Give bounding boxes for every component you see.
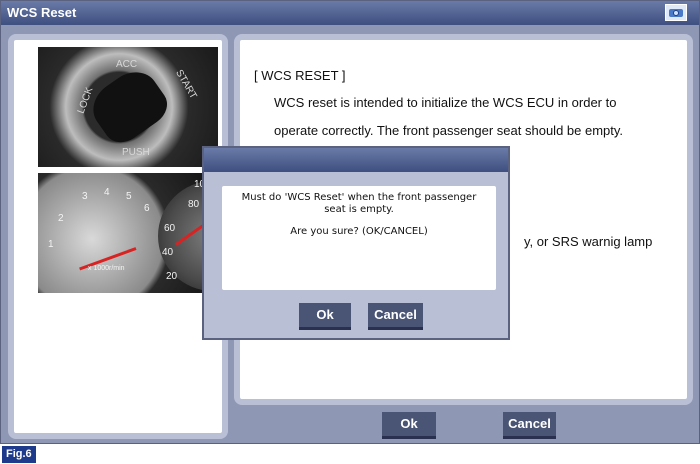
gauge-number: 40 — [162, 247, 174, 258]
confirm-dialog: Must do 'WCS Reset' when the front passe… — [202, 146, 510, 340]
gauge-unit: x 1000r/min — [88, 265, 125, 272]
gauge-number: 60 — [164, 223, 176, 234]
image-panel: LOCK ACC START PUSH 3 4 5 6 2 1 80 60 40… — [8, 34, 268, 439]
dialog-question: Are you sure? (OK/CANCEL) — [290, 226, 428, 237]
gauge-number: 20 — [166, 271, 178, 282]
ignition-label-acc: ACC — [116, 59, 138, 70]
gauge-number: 1 — [48, 239, 54, 250]
description-line: WCS reset is intended to initialize the … — [274, 95, 617, 110]
ignition-label-push: PUSH — [122, 147, 150, 158]
ignition-label-start: START — [173, 67, 199, 102]
cancel-button[interactable]: Cancel — [503, 412, 556, 439]
ok-button[interactable]: Ok — [382, 412, 436, 439]
gauge-number: 4 — [104, 187, 110, 198]
instrument-cluster-photo: 3 4 5 6 2 1 80 60 40 20 100 x 1000r/min — [38, 173, 268, 293]
camera-icon[interactable] — [665, 4, 687, 21]
gauge-number: 80 — [188, 199, 200, 210]
wcs-reset-window: WCS Reset LOCK ACC START PUSH 3 4 5 6 2 … — [0, 0, 700, 444]
title-bar: WCS Reset — [1, 1, 699, 25]
description-line-partial: y, or SRS warnig lamp — [524, 234, 653, 249]
dialog-message-line: seat is empty. — [324, 204, 394, 215]
dialog-message-box: Must do 'WCS Reset' when the front passe… — [218, 182, 500, 294]
figure-label: Fig.6 — [2, 446, 36, 463]
camera-lens — [673, 10, 679, 16]
dialog-cancel-button[interactable]: Cancel — [368, 303, 423, 330]
gauge-number: 2 — [58, 213, 64, 224]
section-heading: [ WCS RESET ] — [254, 68, 346, 83]
window-title: WCS Reset — [7, 5, 77, 20]
dialog-message-line: Must do 'WCS Reset' when the front passe… — [241, 192, 477, 203]
dialog-title-bar — [204, 148, 508, 172]
description-line: operate correctly. The front passenger s… — [274, 123, 624, 138]
ignition-key — [83, 62, 175, 150]
gauge-number: 3 — [82, 191, 88, 202]
gauge-number: 6 — [144, 203, 150, 214]
dialog-ok-button[interactable]: Ok — [299, 303, 351, 330]
gauge-number: 5 — [126, 191, 132, 202]
ignition-switch-photo: LOCK ACC START PUSH — [38, 47, 218, 167]
